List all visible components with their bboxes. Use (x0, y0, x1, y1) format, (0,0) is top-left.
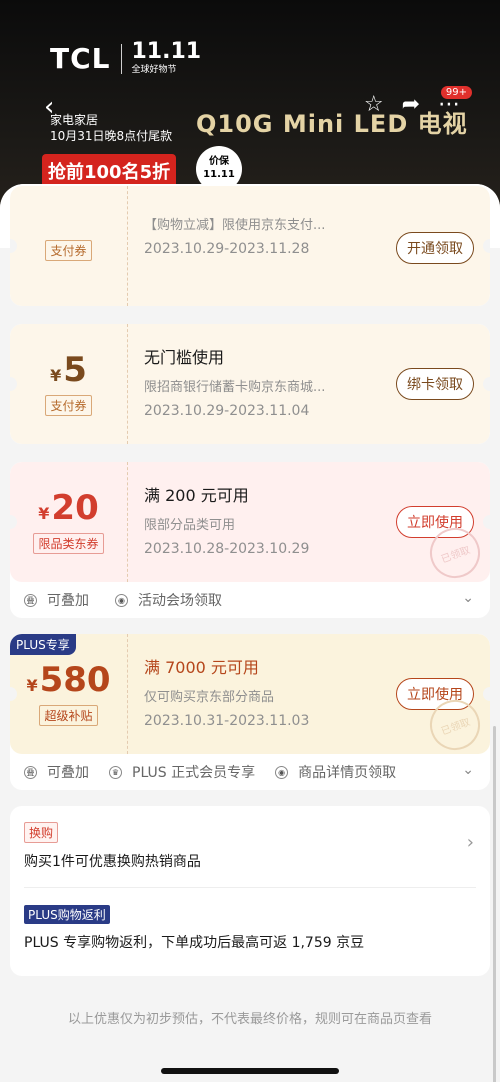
coupon-desc: 限招商银行储蓄卡购京东商城... (144, 380, 326, 395)
coupon-type-tag: 限品类东券 (33, 532, 104, 554)
coupon-desc: 【购物立减】限使用京东支付... (144, 218, 326, 233)
coupon-desc: 限部分品类可用 (144, 518, 236, 533)
coupon-meta-row: 叠可叠加 ♛ PLUS 正式会员专享 ◉ 商品详情页领取 ⌄ (10, 754, 490, 790)
venue-icon: ◉ (275, 765, 289, 779)
coupon-title: 无门槛使用 (144, 348, 225, 367)
coupon-meta-row: 叠可叠加 ◉ 活动会场领取 ⌄ (10, 582, 490, 618)
promo-text: 家电家居 10月31日晚8点付尾款 (50, 113, 173, 143)
swap-tag: 换购 (24, 822, 59, 843)
coupon-desc: 仅可购买京东部分商品 (144, 690, 275, 705)
coupon-type-tag: 超级补贴 (39, 704, 98, 726)
venue-icon: ◉ (115, 593, 128, 607)
chevron-right-icon: › (466, 832, 474, 853)
disclaimer-text: 以上优惠仅为初步预估，不代表最终价格，规则可在商品页查看 (67, 1012, 432, 1027)
coupon-amount: ¥580 (26, 659, 111, 700)
plus-rebate-text: PLUS 专享购物返利，下单成功后最高可返 1,759 京豆 (24, 935, 365, 951)
other-benefits-card: 换购 购买1件可优惠换购热销商品 › PLUS购物返利 PLUS 专享购物返利，… (10, 806, 490, 976)
stack-icon: 叠 (24, 593, 37, 607)
chevron-down-icon[interactable]: ⌄ (462, 762, 474, 778)
share-icon[interactable]: ➦ (402, 92, 420, 117)
crown-icon: ♛ (109, 765, 122, 779)
chevron-down-icon[interactable]: ⌄ (462, 590, 474, 606)
home-indicator[interactable] (161, 1068, 339, 1074)
brand-header: TCL 11.11 全球好物节 (50, 39, 202, 76)
claim-button[interactable]: 开通领取 (396, 232, 474, 264)
coupon-amount: ¥5 (50, 349, 87, 390)
bind-card-button[interactable]: 绑卡领取 (396, 368, 474, 400)
promo-tag: 抢前100名5折 (42, 154, 177, 188)
sheet-body: 支付券 【购物立减】限使用京东支付... 2023.10.29-2023.11.… (0, 186, 500, 1082)
divider (120, 43, 122, 74)
coupon-amount: ¥20 (38, 487, 99, 528)
coupon-type-tag: 支付券 (45, 394, 92, 416)
coupon-card: 支付券 【购物立减】限使用京东支付... 2023.10.29-2023.11.… (10, 186, 490, 306)
coupon-type-tag: 支付券 (45, 239, 92, 261)
swap-text: 购买1件可优惠换购热销商品 (24, 854, 201, 870)
plus-exclusive-tag: PLUS专享 (10, 634, 76, 655)
swap-offer-row[interactable]: 换购 购买1件可优惠换购热销商品 › (24, 806, 476, 871)
brand-logo: TCL (50, 42, 111, 75)
star-icon[interactable]: ☆ (364, 92, 384, 117)
event-logo: 11.11 全球好物节 (131, 39, 202, 76)
coupon-title: 满 7000 元可用 (144, 658, 259, 677)
discount-sheet: 优惠 ✕ 支付券 【购物立减】限使用京东支付... 2023.10.29-202… (0, 184, 500, 1082)
coupon-card: ¥5 支付券 无门槛使用 限招商银行储蓄卡购京东商城... 2023.10.29… (10, 324, 490, 444)
notification-badge: 99+ (440, 86, 472, 99)
plus-rebate-row: PLUS购物返利 PLUS 专享购物返利，下单成功后最高可返 1,759 京豆 (24, 888, 476, 952)
coupon-card: ¥20 限品类东券 满 200 元可用 限部分品类可用 2023.10.28-2… (10, 462, 490, 618)
coupon-title: 满 200 元可用 (144, 486, 249, 505)
scrollbar[interactable] (493, 726, 496, 1082)
coupon-date: 2023.10.29-2023.11.04 (144, 403, 310, 419)
plus-rebate-tag: PLUS购物返利 (24, 905, 110, 924)
coupon-card: PLUS专享 ¥580 超级补贴 满 7000 元可用 仅可购买京东部分商品 2… (10, 634, 490, 790)
stack-icon: 叠 (24, 765, 37, 779)
